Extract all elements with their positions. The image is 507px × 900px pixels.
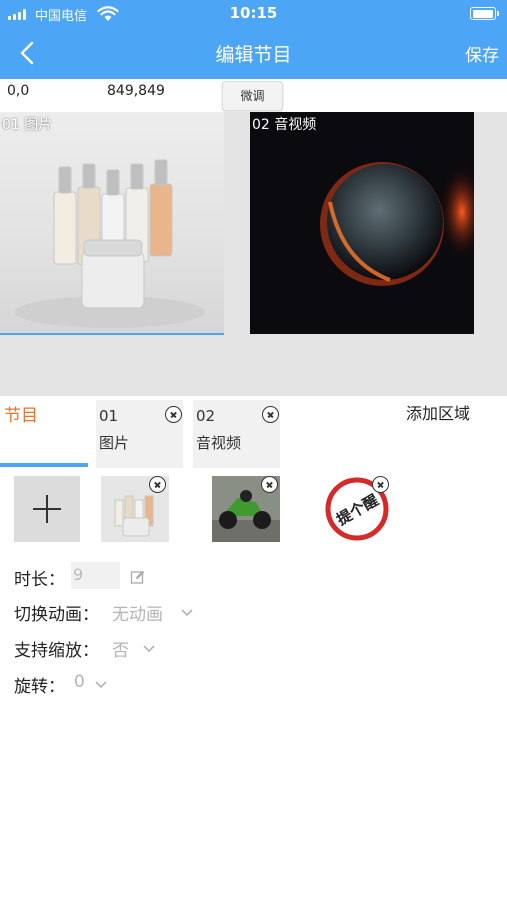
page-title: 编辑节目 — [215, 44, 292, 66]
chevron-left-icon[interactable] — [14, 38, 42, 68]
status-bar: 中国电信 10:15 — [0, 0, 507, 28]
transition-select[interactable]: 无动画 — [112, 600, 163, 625]
chevron-down-icon[interactable] — [143, 645, 155, 653]
status-time: 10:15 — [229, 4, 278, 22]
close-icon[interactable] — [165, 406, 182, 423]
tab-program[interactable]: 节目 — [4, 401, 38, 426]
origin-coordinate: 0,0 — [7, 83, 30, 99]
close-icon[interactable] — [262, 406, 279, 423]
program-tabs: 节目 01 图片 02 音视频 添加区域 — [0, 396, 507, 468]
close-icon[interactable] — [261, 476, 278, 493]
plus-icon[interactable] — [14, 476, 80, 542]
region-label: 01 图片 — [2, 117, 53, 133]
layout-canvas: 01 图片 02 音视频 — [0, 112, 507, 396]
region-label: 02 音视频 — [252, 117, 317, 133]
zoom-label: 支持缩放： — [14, 641, 99, 661]
region-image[interactable]: 01 图片 — [0, 112, 224, 335]
region-video[interactable]: 02 音视频 — [250, 112, 474, 334]
add-region-button[interactable]: 添加区域 — [406, 400, 470, 424]
cosmetics-image — [15, 159, 205, 328]
edit-icon[interactable] — [130, 569, 146, 585]
battery-icon — [470, 7, 499, 20]
zoom-select[interactable]: 否 — [112, 636, 129, 661]
tab-active-indicator — [0, 463, 88, 467]
duration-label: 时长： — [14, 570, 65, 590]
fine-tune-button[interactable]: 微调 — [222, 81, 283, 111]
rotate-select[interactable]: 0 — [74, 672, 85, 692]
region-tab-number: 02 — [196, 407, 216, 425]
region-tab-video[interactable]: 02 音视频 — [193, 400, 280, 468]
close-icon[interactable] — [372, 476, 389, 493]
chevron-down-icon[interactable] — [95, 681, 107, 689]
region-tab-image[interactable]: 01 图片 — [96, 400, 183, 468]
navigation-bar: 中国电信 10:15 编辑节目 保存 — [0, 0, 507, 79]
planet-video-image — [250, 112, 474, 334]
region-tab-name: 图片 — [99, 434, 130, 452]
close-icon[interactable] — [149, 476, 166, 493]
duration-input[interactable]: 9 — [71, 562, 120, 589]
chevron-down-icon[interactable] — [181, 609, 193, 617]
region-tab-name: 音视频 — [196, 434, 242, 452]
transition-label: 切换动画： — [14, 605, 99, 625]
save-button[interactable]: 保存 — [465, 41, 499, 66]
region-tab-number: 01 — [99, 407, 119, 425]
rotate-label: 旋转： — [14, 677, 65, 697]
size-coordinate: 849,849 — [107, 83, 165, 99]
